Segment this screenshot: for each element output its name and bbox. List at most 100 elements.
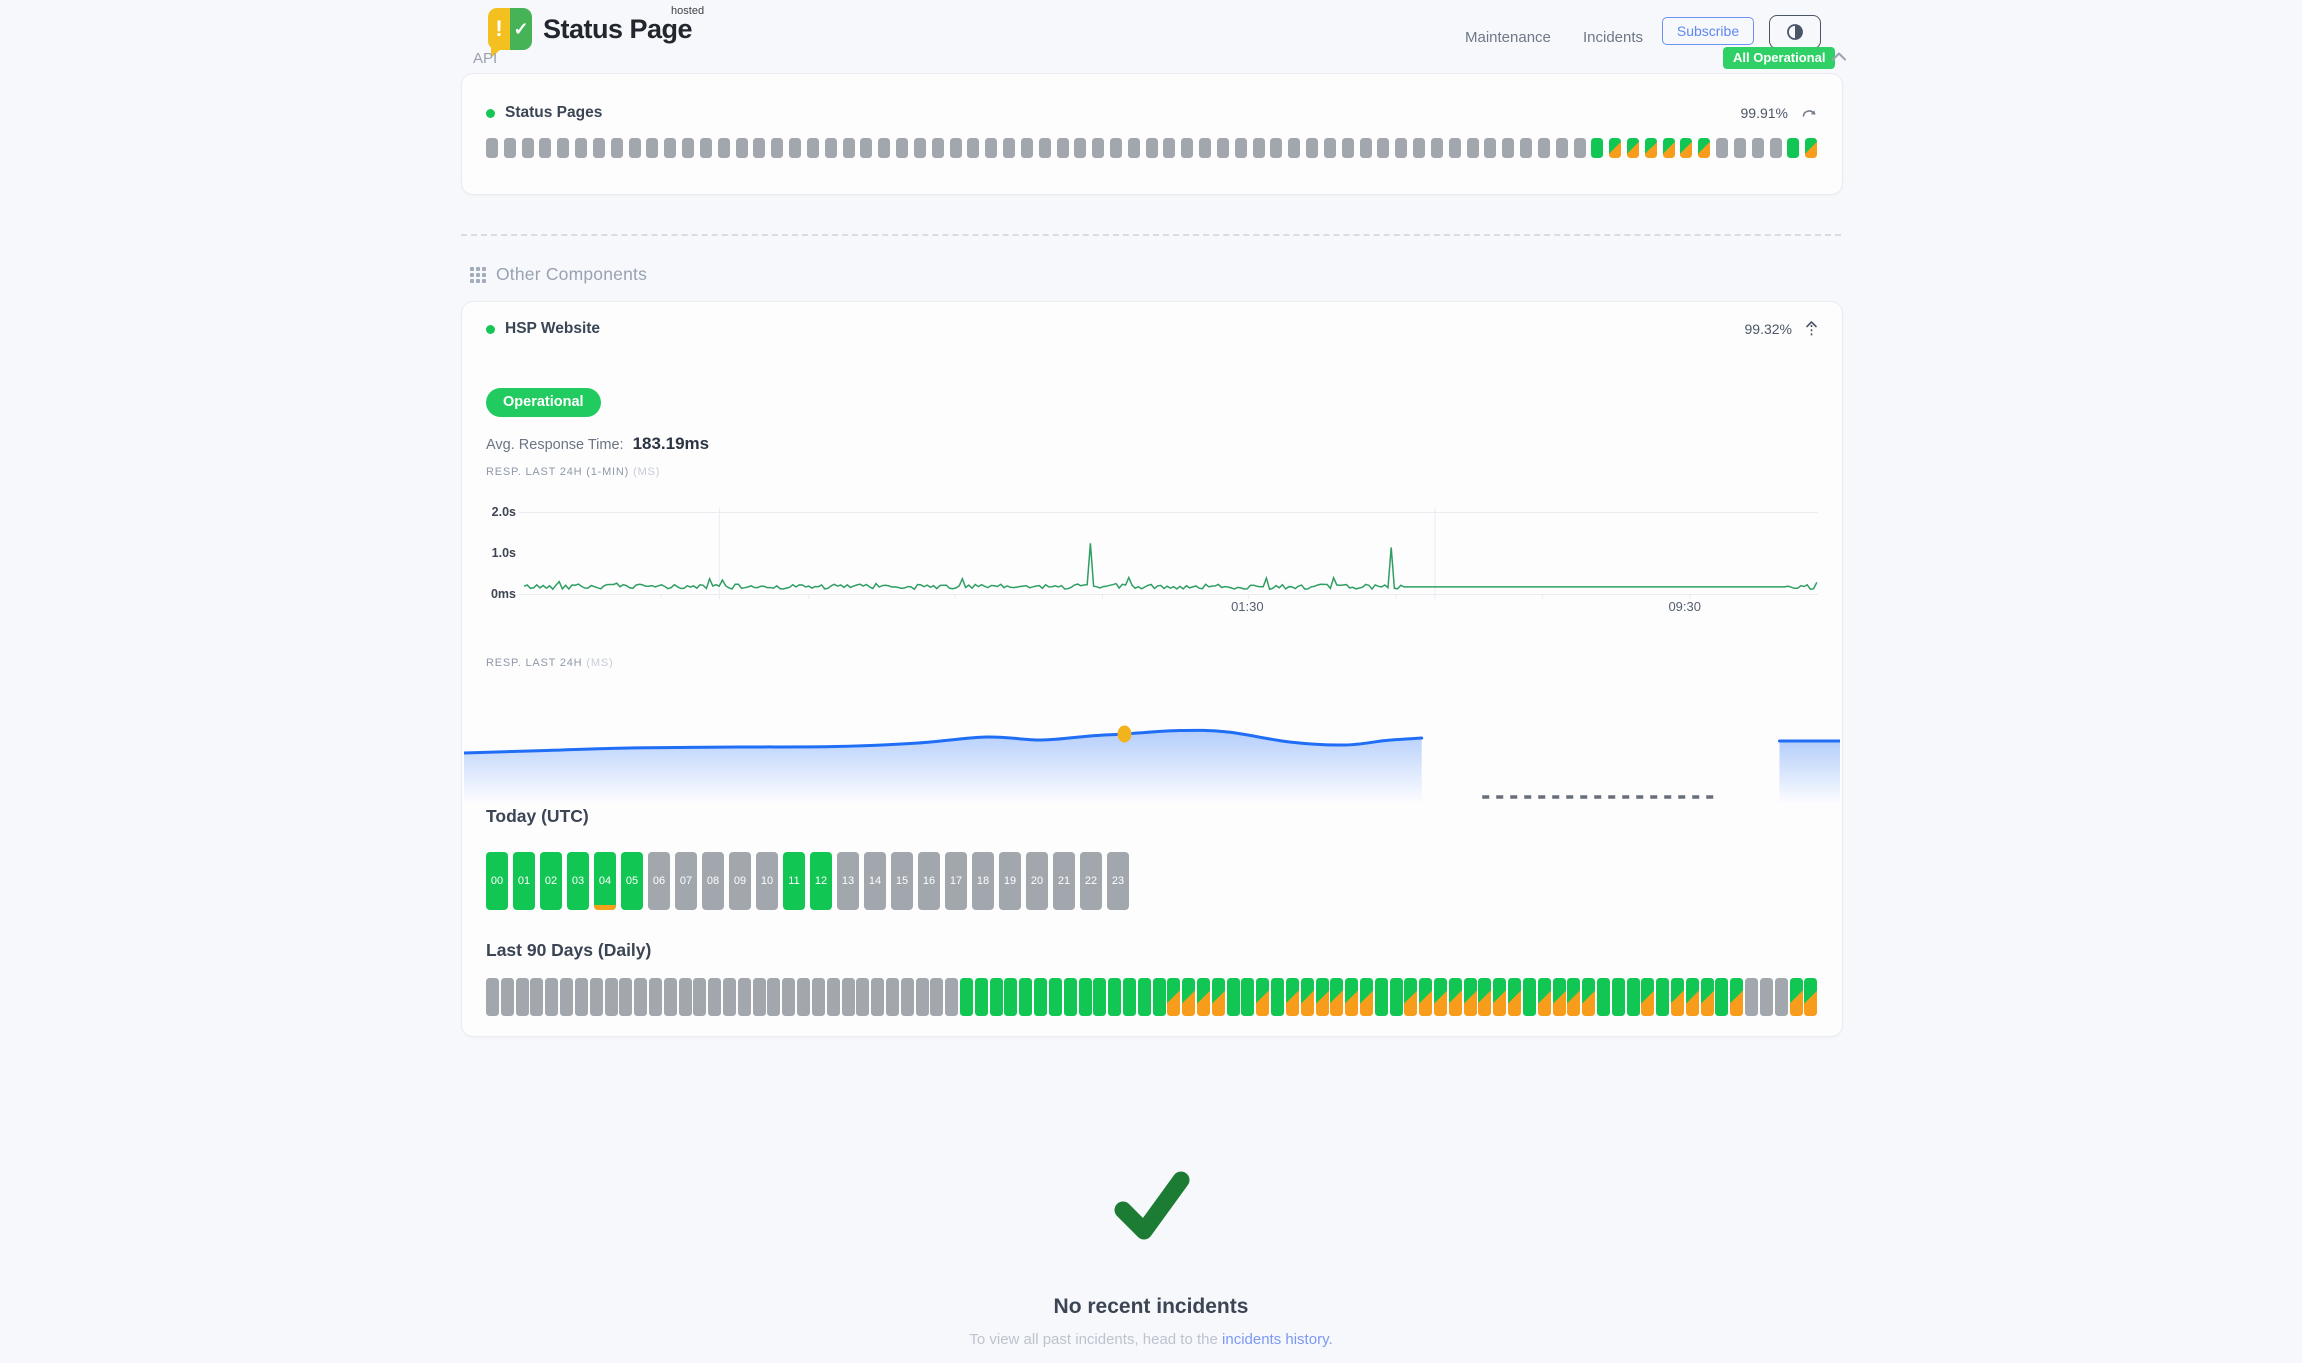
uptime-bar[interactable]	[646, 138, 658, 158]
uptime-bar[interactable]	[1021, 138, 1033, 158]
daily-uptime-bar[interactable]	[1627, 978, 1640, 1016]
daily-uptime-bar[interactable]	[530, 978, 543, 1016]
daily-uptime-bar[interactable]	[1079, 978, 1092, 1016]
daily-uptime-bar[interactable]	[1715, 978, 1728, 1016]
hour-block-23[interactable]: 23	[1107, 852, 1129, 910]
chevron-up-icon[interactable]	[1831, 50, 1847, 62]
hour-block-21[interactable]: 21	[1053, 852, 1075, 910]
uptime-bar[interactable]	[1716, 138, 1728, 158]
daily-uptime-bar[interactable]	[1508, 978, 1521, 1016]
daily-uptime-bar[interactable]	[679, 978, 692, 1016]
uptime-bar[interactable]	[593, 138, 605, 158]
daily-uptime-bar[interactable]	[1760, 978, 1773, 1016]
uptime-bar[interactable]	[985, 138, 997, 158]
daily-uptime-bar[interactable]	[901, 978, 914, 1016]
uptime-bar[interactable]	[1467, 138, 1479, 158]
daily-uptime-bar[interactable]	[797, 978, 810, 1016]
daily-uptime-bar[interactable]	[649, 978, 662, 1016]
uptime-bar[interactable]	[1663, 138, 1675, 158]
hour-block-05[interactable]: 05	[621, 852, 643, 910]
daily-uptime-bar[interactable]	[664, 978, 677, 1016]
uptime-bar[interactable]	[1413, 138, 1425, 158]
uptime-bar[interactable]	[1770, 138, 1782, 158]
hour-block-08[interactable]: 08	[702, 852, 724, 910]
uptime-bar[interactable]	[789, 138, 801, 158]
uptime-bar[interactable]	[611, 138, 623, 158]
uptime-bar[interactable]	[1377, 138, 1389, 158]
daily-uptime-bar[interactable]	[1182, 978, 1195, 1016]
daily-uptime-bar[interactable]	[990, 978, 1003, 1016]
uptime-bar[interactable]	[1217, 138, 1229, 158]
daily-uptime-bar[interactable]	[767, 978, 780, 1016]
uptime-bar[interactable]	[914, 138, 926, 158]
uptime-bar[interactable]	[1698, 138, 1710, 158]
uptime-bar[interactable]	[522, 138, 534, 158]
uptime-bar[interactable]	[1253, 138, 1265, 158]
uptime-bar[interactable]	[967, 138, 979, 158]
nav-incidents[interactable]: Incidents	[1583, 29, 1643, 46]
uptime-bar[interactable]	[1502, 138, 1514, 158]
uptime-bar[interactable]	[1431, 138, 1443, 158]
uptime-bar[interactable]	[1484, 138, 1496, 158]
uptime-bar[interactable]	[1520, 138, 1532, 158]
uptime-bar[interactable]	[539, 138, 551, 158]
daily-uptime-bar[interactable]	[975, 978, 988, 1016]
uptime-bar[interactable]	[1787, 138, 1799, 158]
daily-uptime-bar[interactable]	[1093, 978, 1106, 1016]
daily-uptime-bar[interactable]	[827, 978, 840, 1016]
uptime-bar[interactable]	[1128, 138, 1140, 158]
daily-uptime-bar[interactable]	[723, 978, 736, 1016]
daily-uptime-bar[interactable]	[842, 978, 855, 1016]
uptime-bar[interactable]	[700, 138, 712, 158]
daily-uptime-bar[interactable]	[1404, 978, 1417, 1016]
hour-block-03[interactable]: 03	[567, 852, 589, 910]
daily-uptime-bar[interactable]	[1330, 978, 1343, 1016]
daily-uptime-bar[interactable]	[1567, 978, 1580, 1016]
uptime-bar[interactable]	[664, 138, 676, 158]
daily-uptime-bar[interactable]	[1701, 978, 1714, 1016]
daily-uptime-bar[interactable]	[871, 978, 884, 1016]
daily-uptime-bar[interactable]	[782, 978, 795, 1016]
uptime-bar[interactable]	[1342, 138, 1354, 158]
daily-uptime-bar[interactable]	[1019, 978, 1032, 1016]
uptime-bar[interactable]	[1003, 138, 1015, 158]
daily-uptime-bar[interactable]	[634, 978, 647, 1016]
uptime-bar[interactable]	[771, 138, 783, 158]
daily-uptime-bar[interactable]	[1375, 978, 1388, 1016]
uptime-bar[interactable]	[1163, 138, 1175, 158]
daily-uptime-bar[interactable]	[1034, 978, 1047, 1016]
uptime-bar[interactable]	[1039, 138, 1051, 158]
daily-uptime-bar[interactable]	[590, 978, 603, 1016]
daily-uptime-bar[interactable]	[619, 978, 632, 1016]
uptime-bar[interactable]	[1324, 138, 1336, 158]
uptime-bar[interactable]	[1805, 138, 1817, 158]
hour-block-09[interactable]: 09	[729, 852, 751, 910]
daily-uptime-bar[interactable]	[693, 978, 706, 1016]
daily-uptime-bar[interactable]	[1153, 978, 1166, 1016]
uptime-bar[interactable]	[860, 138, 872, 158]
daily-uptime-bar[interactable]	[1597, 978, 1610, 1016]
daily-uptime-bar[interactable]	[1049, 978, 1062, 1016]
hour-block-10[interactable]: 10	[756, 852, 778, 910]
uptime-bar[interactable]	[932, 138, 944, 158]
daily-uptime-bar[interactable]	[605, 978, 618, 1016]
daily-uptime-bar[interactable]	[960, 978, 973, 1016]
uptime-bar[interactable]	[843, 138, 855, 158]
daily-uptime-bar[interactable]	[708, 978, 721, 1016]
daily-uptime-bar[interactable]	[1123, 978, 1136, 1016]
uptime-bar[interactable]	[486, 138, 498, 158]
daily-uptime-bar[interactable]	[501, 978, 514, 1016]
daily-uptime-bar[interactable]	[1064, 978, 1077, 1016]
daily-uptime-bar[interactable]	[1730, 978, 1743, 1016]
uptime-bar[interactable]	[1449, 138, 1461, 158]
nav-maintenance[interactable]: Maintenance	[1465, 29, 1551, 46]
uptime-bar[interactable]	[1235, 138, 1247, 158]
uptime-bar[interactable]	[1181, 138, 1193, 158]
hour-block-14[interactable]: 14	[864, 852, 886, 910]
response-time-area-chart[interactable]	[464, 690, 1840, 804]
theme-toggle-button[interactable]	[1769, 15, 1821, 49]
uptime-bar[interactable]	[1645, 138, 1657, 158]
incidents-history-link[interactable]: incidents history	[1222, 1331, 1328, 1348]
uptime-bar[interactable]	[1270, 138, 1282, 158]
daily-uptime-bar[interactable]	[575, 978, 588, 1016]
